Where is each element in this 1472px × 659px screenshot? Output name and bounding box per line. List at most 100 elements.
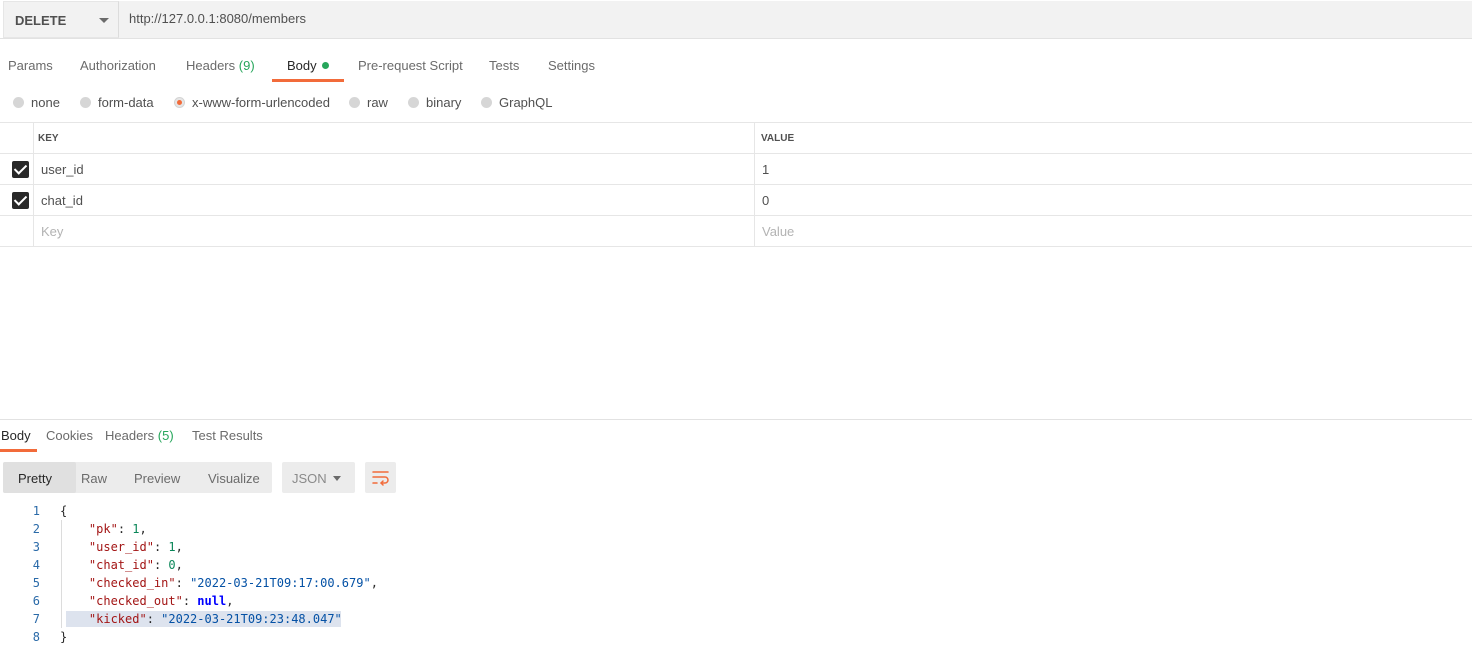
column-header-key: KEY: [38, 133, 59, 144]
code-text: "chat_id": 0,: [88, 558, 183, 572]
table-row-new: Key Value: [0, 216, 1472, 247]
row-check-cell: [0, 154, 34, 184]
new-key-input[interactable]: Key: [41, 224, 63, 239]
table-row: chat_id 0: [0, 185, 1472, 216]
json-key: "pk": [88, 522, 118, 536]
code-line: 1 {: [0, 502, 900, 520]
tab-settings[interactable]: Settings: [548, 58, 595, 73]
chevron-down-icon: [333, 476, 341, 481]
line-number: 6: [32, 594, 40, 608]
param-key[interactable]: user_id: [41, 162, 84, 177]
code-text: "user_id": 1,: [88, 540, 183, 554]
form-params-table: KEY VALUE user_id 1 chat_id 0 Key Value: [0, 122, 1472, 247]
code-text: "pk": 1,: [88, 522, 147, 536]
json-key: "checked_out": [88, 594, 183, 608]
method-select[interactable]: DELETE: [3, 1, 119, 38]
tab-cookies[interactable]: Cookies: [46, 428, 93, 443]
table-header-row: KEY VALUE: [0, 123, 1472, 154]
body-indicator-dot: [321, 62, 329, 69]
tab-response-headers[interactable]: Headers (5): [105, 428, 174, 443]
line-number: 5: [32, 576, 40, 590]
json-string: "2022-03-21T09:17:00.679": [190, 576, 371, 590]
radio-none[interactable]: none: [13, 95, 60, 110]
code-line: 4 "chat_id": 0,: [0, 556, 900, 574]
active-tab-underline: [0, 449, 37, 452]
new-value-input[interactable]: Value: [762, 224, 794, 239]
new-value-cell[interactable]: Value: [754, 216, 1472, 246]
view-preview-button[interactable]: Preview: [134, 471, 180, 486]
radio-raw[interactable]: raw: [349, 95, 388, 110]
wrap-lines-icon: [372, 471, 389, 486]
line-number: 1: [32, 504, 40, 518]
tab-pre-request-script[interactable]: Pre-request Script: [358, 58, 463, 73]
radio-selected-icon: [174, 97, 185, 108]
radio-x-www-form-urlencoded[interactable]: x-www-form-urlencoded: [174, 95, 330, 110]
code-line: 5 "checked_in": "2022-03-21T09:17:00.679…: [0, 574, 900, 592]
column-header-value-cell: VALUE: [754, 123, 1472, 153]
tab-body[interactable]: Body: [287, 58, 329, 73]
code-text: "checked_in": "2022-03-21T09:17:00.679",: [88, 576, 378, 590]
json-number: 1: [132, 522, 140, 536]
chevron-down-icon: [99, 18, 109, 23]
code-line-highlighted: 7 "kicked": "2022-03-21T09:23:48.047": [0, 610, 900, 628]
row-check-cell: [0, 216, 34, 246]
tab-response-body[interactable]: Body: [1, 428, 31, 443]
tab-authorization[interactable]: Authorization: [80, 58, 156, 73]
code-text: "kicked": "2022-03-21T09:23:48.047": [88, 612, 342, 626]
line-number: 2: [32, 522, 40, 536]
view-pretty-button[interactable]: Pretty: [18, 471, 52, 486]
view-raw-button[interactable]: Raw: [81, 471, 107, 486]
radio-circle-icon: [481, 97, 492, 108]
radio-form-data[interactable]: form-data: [80, 95, 154, 110]
param-value-cell[interactable]: 0: [754, 185, 1472, 215]
radio-graphql[interactable]: GraphQL: [481, 95, 552, 110]
response-tabs: Body Cookies Headers (5) Test Results: [0, 428, 400, 453]
line-number: 7: [32, 612, 40, 626]
response-panel: Body Cookies Headers (5) Test Results Pr…: [0, 419, 1472, 659]
param-value: 0: [762, 193, 770, 208]
code-text: "checked_out": null,: [88, 594, 234, 608]
format-label: JSON: [292, 471, 327, 486]
json-string: "2022-03-21T09:23:48.047": [161, 612, 342, 626]
tab-headers[interactable]: Headers (9): [186, 58, 255, 73]
response-body-code: 1 { 2 "pk": 1, 3 "user_id": 1, 4 "chat_i…: [0, 502, 900, 646]
tab-tests[interactable]: Tests: [489, 58, 519, 73]
radio-circle-icon: [408, 97, 419, 108]
view-visualize-button[interactable]: Visualize: [208, 471, 260, 486]
format-select[interactable]: JSON: [282, 462, 355, 493]
view-mode-group: Pretty Raw Preview Visualize: [3, 462, 272, 493]
body-type-options: none form-data x-www-form-urlencoded raw…: [0, 92, 700, 112]
method-label: DELETE: [15, 13, 67, 28]
param-key[interactable]: chat_id: [41, 193, 83, 208]
code-text: {: [60, 504, 68, 518]
code-line: 3 "user_id": 1,: [0, 538, 900, 556]
url-bar: DELETE http://127.0.0.1:8080/members: [0, 0, 1472, 39]
checkbox-checked-icon[interactable]: [12, 161, 29, 178]
json-key: "kicked": [88, 612, 147, 626]
header-check-cell: [0, 123, 34, 153]
code-line: 8 }: [0, 628, 900, 646]
line-number: 3: [32, 540, 40, 554]
checkbox-checked-icon[interactable]: [12, 192, 29, 209]
code-line: 2 "pk": 1,: [0, 520, 900, 538]
request-tabs: Params Authorization Headers (9) Body Pr…: [0, 52, 700, 82]
code-text: }: [60, 630, 68, 644]
json-number: 0: [168, 558, 176, 572]
url-text: http://127.0.0.1:8080/members: [129, 11, 307, 26]
radio-circle-icon: [80, 97, 91, 108]
json-key: "checked_in": [88, 576, 176, 590]
line-number: 4: [32, 558, 40, 572]
tab-params[interactable]: Params: [8, 58, 53, 73]
json-key: "user_id": [88, 540, 154, 554]
wrap-lines-button[interactable]: [365, 462, 396, 493]
url-input[interactable]: http://127.0.0.1:8080/members: [119, 1, 1472, 38]
radio-binary[interactable]: binary: [408, 95, 461, 110]
radio-circle-icon: [349, 97, 360, 108]
json-number: 1: [168, 540, 176, 554]
line-number: 8: [32, 630, 40, 644]
table-row: user_id 1: [0, 154, 1472, 185]
row-check-cell: [0, 185, 34, 215]
param-value-cell[interactable]: 1: [754, 154, 1472, 184]
tab-test-results[interactable]: Test Results: [192, 428, 263, 443]
json-null: null: [197, 594, 227, 608]
